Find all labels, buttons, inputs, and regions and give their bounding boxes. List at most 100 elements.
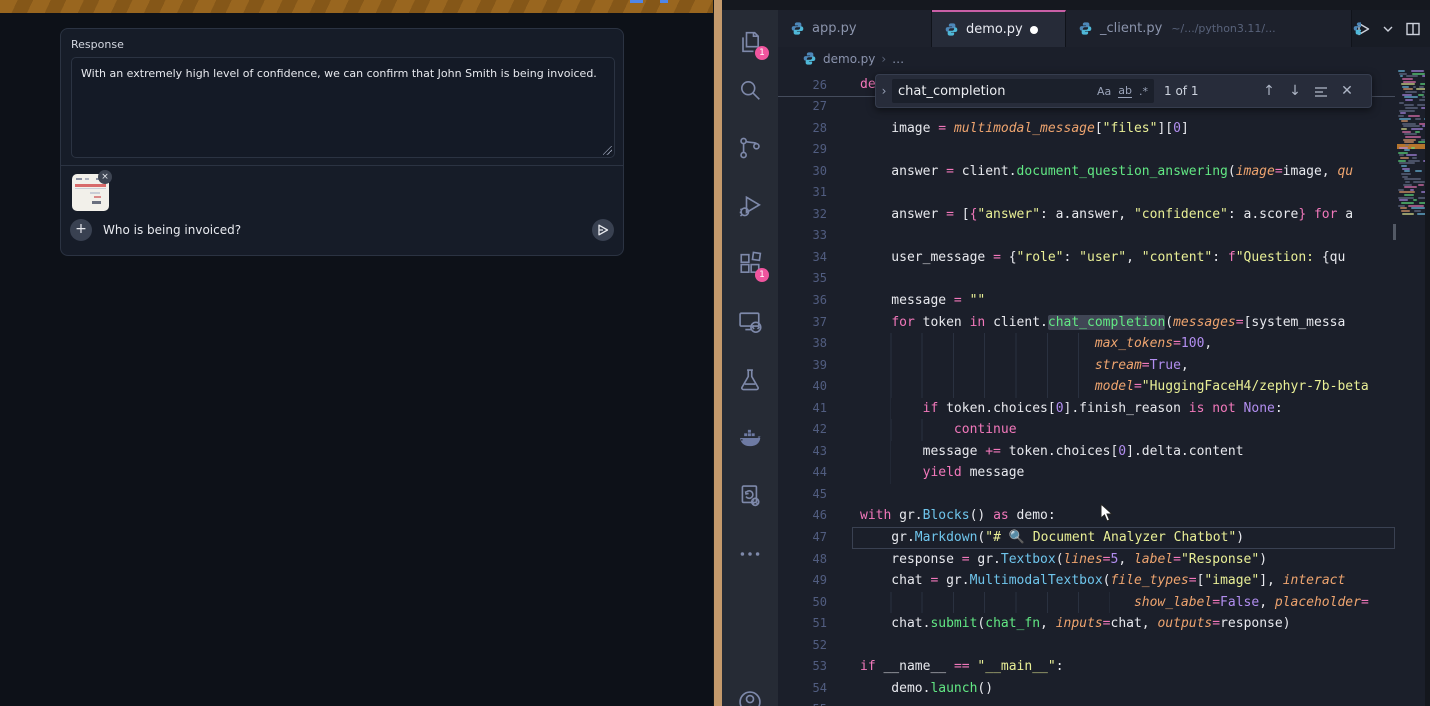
split-editor-button[interactable] — [1404, 20, 1422, 38]
code-line[interactable]: 36 message = "" — [778, 290, 1395, 312]
minimap-line — [1411, 207, 1425, 209]
activity-account-icon[interactable] — [736, 688, 764, 706]
minimap-line — [1401, 128, 1407, 130]
minimap-line — [1405, 136, 1421, 138]
chrome-accent-dash — [660, 0, 668, 3]
regex-icon[interactable]: .* — [1139, 85, 1148, 98]
minimap-line — [1401, 165, 1407, 167]
minimap-line — [1404, 186, 1417, 188]
code-line[interactable]: 29 — [778, 139, 1395, 161]
code-line[interactable]: 44 yield message — [778, 462, 1395, 484]
find-widget: › chat_completion Aa ab .* 1 of 1 ↑ ↓ ✕ — [875, 74, 1372, 108]
code-line[interactable]: 30 answer = client.document_question_ans… — [778, 161, 1395, 183]
minimap-line — [1400, 207, 1407, 209]
minimap-line — [1411, 147, 1414, 149]
activity-dev-tools-icon[interactable] — [736, 482, 764, 510]
find-in-selection-button[interactable] — [1308, 83, 1334, 99]
minimap-line — [1401, 120, 1408, 122]
chat-input[interactable]: Who is being invoiced? — [103, 223, 241, 237]
add-attachment-button[interactable]: + — [70, 219, 92, 241]
minimap-line — [1405, 99, 1413, 101]
code-line[interactable]: 47 gr.Markdown("# 🔍 Document Analyzer Ch… — [778, 527, 1395, 549]
minimap-line — [1404, 149, 1410, 151]
minimap-line — [1405, 144, 1409, 146]
code-line[interactable]: 43 message += token.choices[0].delta.con… — [778, 441, 1395, 463]
activity-more-icon[interactable] — [736, 540, 764, 568]
code-line[interactable]: 34 user_message = {"role": "user", "cont… — [778, 247, 1395, 269]
minimap-line — [1408, 115, 1420, 117]
response-textarea[interactable]: With an extremely high level of confiden… — [71, 57, 615, 158]
tab-app-py[interactable]: app.py — [778, 10, 932, 47]
tab-label: _client.py — [1100, 21, 1162, 36]
code-line[interactable]: 55 — [778, 699, 1395, 706]
activity-run-debug-icon[interactable] — [736, 192, 764, 220]
response-card: Response With an extremely high level of… — [60, 28, 624, 256]
code-line[interactable]: 33 — [778, 225, 1395, 247]
activity-docker-icon[interactable] — [736, 424, 764, 452]
code-line[interactable]: 53if __name__ == "__main__": — [778, 656, 1395, 678]
minimap-line — [1405, 181, 1410, 183]
browser-chrome-strip — [0, 0, 713, 13]
resize-grip-icon[interactable] — [603, 146, 612, 155]
find-close-button[interactable]: ✕ — [1334, 83, 1360, 99]
minimap-line — [1413, 199, 1417, 201]
unsaved-dot-icon[interactable] — [1030, 26, 1038, 34]
code-line[interactable]: 32 answer = [{"answer": a.answer, "confi… — [778, 204, 1395, 226]
screenshot-root: Response With an extremely high level of… — [0, 0, 1430, 706]
code-line[interactable]: 28 image = multimodal_message["files"][0… — [778, 118, 1395, 140]
minimap-line — [1405, 107, 1418, 109]
code-line[interactable]: 49 chat = gr.MultimodalTextbox(file_type… — [778, 570, 1395, 592]
find-next-button[interactable]: ↓ — [1282, 83, 1308, 99]
activity-search-icon[interactable] — [736, 76, 764, 104]
tab-label: demo.py — [966, 22, 1023, 37]
code-line[interactable]: 54 demo.launch() — [778, 678, 1395, 700]
match-case-icon[interactable]: Aa — [1097, 85, 1111, 98]
activity-remote-explorer-icon[interactable] — [736, 308, 764, 336]
breadcrumb-more[interactable]: … — [892, 52, 904, 66]
minimap-line — [1400, 112, 1406, 114]
code-line[interactable]: 42 continue — [778, 419, 1395, 441]
minimap-line — [1398, 70, 1405, 72]
minimap-line — [1411, 128, 1423, 130]
find-expand-chevron-icon[interactable]: › — [876, 84, 892, 98]
code-line[interactable]: 38 max_tokens=100, — [778, 333, 1395, 355]
run-dropdown-chevron-icon[interactable] — [1382, 20, 1394, 38]
code-line[interactable]: 39 stream=True, — [778, 355, 1395, 377]
code-line[interactable]: 52 — [778, 635, 1395, 657]
code-line[interactable]: 31 — [778, 182, 1395, 204]
code-line[interactable]: 46with gr.Blocks() as demo: — [778, 505, 1395, 527]
tab-file-path: ~/.../python3.11/... — [1171, 22, 1275, 35]
code-line[interactable]: 51 chat.submit(chat_fn, inputs=chat, out… — [778, 613, 1395, 635]
attachment-close-button[interactable]: × — [98, 170, 112, 184]
tab-client-py[interactable]: _client.py ~/.../python3.11/... — [1066, 10, 1352, 47]
code-line[interactable]: 48 response = gr.Textbox(lines=5, label=… — [778, 549, 1395, 571]
minimap-line — [1404, 141, 1414, 143]
titlebar-strip — [722, 0, 1430, 10]
code-line[interactable]: 45 — [778, 484, 1395, 506]
code-line[interactable]: 37 for token in client.chat_completion(m… — [778, 312, 1395, 334]
editor-scrollbar[interactable] — [1425, 0, 1430, 706]
minimap-line — [1401, 173, 1411, 175]
activity-source-control-icon[interactable] — [736, 134, 764, 162]
window-divider[interactable] — [713, 0, 722, 706]
activity-explorer-icon[interactable]: 1 — [736, 28, 764, 56]
minimap-line — [1412, 157, 1418, 159]
code-line[interactable]: 50 show_label=False, placeholder= — [778, 592, 1395, 614]
activity-testing-icon[interactable] — [736, 366, 764, 394]
tab-demo-py[interactable]: demo.py — [932, 10, 1066, 47]
whole-word-icon[interactable]: ab — [1118, 84, 1132, 98]
find-query[interactable]: chat_completion — [898, 84, 1090, 99]
find-previous-button[interactable]: ↑ — [1256, 83, 1282, 99]
code-line[interactable]: 35 — [778, 268, 1395, 290]
send-button[interactable] — [592, 219, 614, 241]
clipped-tab-python-icon — [1352, 21, 1361, 36]
minimap-slider[interactable] — [1393, 224, 1396, 240]
minimap-line — [1401, 210, 1410, 212]
mouse-cursor — [1100, 503, 1114, 523]
activity-extensions-icon[interactable]: 1 — [736, 250, 764, 278]
breadcrumb[interactable]: demo.py › … — [778, 47, 1430, 70]
code-line[interactable]: 40 model="HuggingFaceH4/zephyr-7b-beta — [778, 376, 1395, 398]
code-line[interactable]: 41 if token.choices[0].finish_reason is … — [778, 398, 1395, 420]
breadcrumb-file[interactable]: demo.py — [823, 52, 875, 66]
find-input[interactable]: chat_completion Aa ab .* — [892, 79, 1154, 103]
